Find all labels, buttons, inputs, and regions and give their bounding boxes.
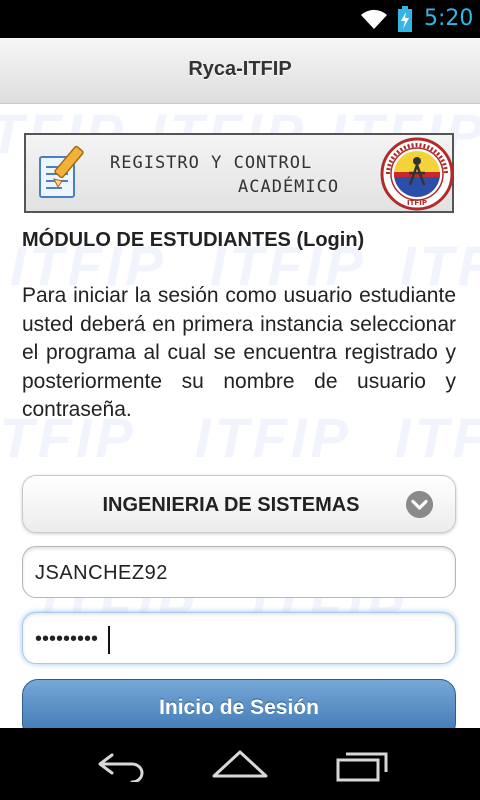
login-instructions: Para iniciar la sesión como usuario estu… bbox=[22, 284, 456, 422]
wifi-icon bbox=[361, 9, 387, 29]
status-clock: 5:20 bbox=[424, 6, 474, 31]
back-icon[interactable] bbox=[90, 746, 150, 782]
login-button[interactable]: Inicio de Sesión bbox=[22, 679, 456, 728]
login-button-label: Inicio de Sesión bbox=[159, 696, 319, 719]
recent-apps-icon[interactable] bbox=[332, 746, 392, 782]
app-header: Ryca-ITFIP bbox=[0, 38, 480, 104]
document-pencil-icon bbox=[39, 145, 84, 198]
status-bar: 5:20 bbox=[0, 0, 480, 38]
username-input[interactable]: JSANCHEZ92 bbox=[22, 546, 456, 598]
home-icon[interactable] bbox=[210, 746, 270, 782]
chevron-down-icon bbox=[406, 491, 433, 518]
page-title: Ryca-ITFIP bbox=[188, 58, 292, 80]
username-value: JSANCHEZ92 bbox=[35, 562, 168, 584]
app-screen: 5:20 Ryca-ITFIP ITFIP ITFIP ITFIP ITFIP … bbox=[0, 0, 480, 800]
svg-text:ITFIP: ITFIP bbox=[407, 199, 427, 207]
program-select-value: INGENIERIA DE SISTEMAS bbox=[102, 494, 360, 516]
password-input[interactable]: ••••••••• bbox=[22, 612, 456, 664]
navigation-bar bbox=[0, 728, 480, 800]
banner-title-line1: REGISTRO Y CONTROL bbox=[110, 153, 313, 173]
registro-control-banner: REGISTRO Y CONTROL ACADÉMICO ITFIP bbox=[24, 133, 454, 213]
banner-title-line2: ACADÉMICO bbox=[238, 177, 340, 197]
module-title: MÓDULO DE ESTUDIANTES (Login) bbox=[22, 229, 365, 251]
itfip-seal-logo: ITFIP bbox=[380, 137, 454, 211]
program-select[interactable]: INGENIERIA DE SISTEMAS bbox=[22, 475, 456, 533]
text-cursor bbox=[108, 626, 110, 654]
main-content[interactable]: ITFIP ITFIP ITFIP ITFIP ITFIP ITFIP ITFI… bbox=[0, 105, 480, 728]
battery-charging-icon bbox=[398, 6, 412, 32]
password-value: ••••••••• bbox=[35, 628, 99, 650]
